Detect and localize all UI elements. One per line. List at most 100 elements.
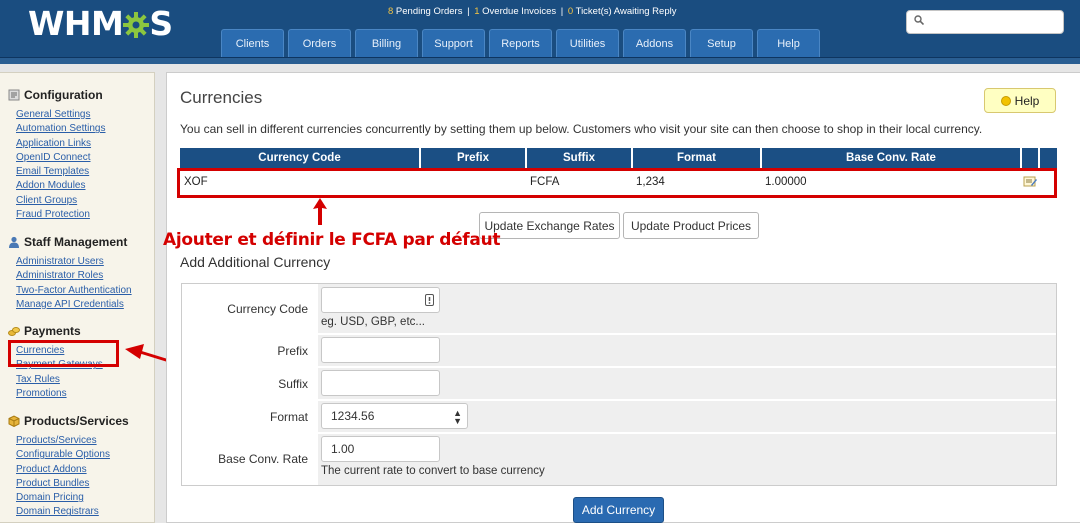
highlight-box-currencies: [8, 340, 119, 367]
nav-tab-support[interactable]: Support: [422, 29, 485, 57]
base-rate-field[interactable]: 1.00: [321, 436, 440, 462]
sidebar-item-product-bundles[interactable]: Product Bundles: [16, 477, 129, 491]
suffix-field[interactable]: [321, 370, 440, 396]
format-selected-value: 1234.56: [331, 409, 375, 423]
sidebar-heading-label: Staff Management: [24, 235, 128, 249]
whmcs-logo[interactable]: WHM S: [28, 4, 173, 43]
box-icon: [8, 415, 20, 428]
annotation-text: Ajouter et définir le FCFA par défaut: [163, 230, 501, 250]
top-header: WHM S 8 Pending Orders | 1 Overdue Invoi…: [0, 0, 1080, 58]
nav-tab-orders[interactable]: Orders: [288, 29, 351, 57]
logo-text-start: WHM: [28, 4, 124, 43]
sidebar-item-domain-pricing[interactable]: Domain Pricing: [16, 491, 129, 505]
nav-tab-addons[interactable]: Addons: [623, 29, 686, 57]
nav-tab-clients[interactable]: Clients: [221, 29, 284, 57]
col-header-format: Format: [633, 148, 762, 168]
sidebar-item-administrator-roles[interactable]: Administrator Roles: [16, 269, 132, 283]
user-icon: [8, 236, 20, 248]
currencies-table-header: Currency Code Prefix Suffix Format Base …: [180, 148, 1057, 168]
currency-code-field[interactable]: [321, 287, 440, 313]
pending-orders-label: Pending Orders: [393, 6, 463, 17]
help-button-label: Help: [1014, 93, 1040, 108]
prefix-field[interactable]: [321, 337, 440, 363]
autofill-icon: [425, 294, 434, 309]
form-row-format: Format 1234.56 ▲ ▼: [182, 401, 1056, 432]
sidebar-item-configurable-options[interactable]: Configurable Options: [16, 448, 129, 462]
nav-tab-setup[interactable]: Setup: [690, 29, 753, 57]
format-select[interactable]: 1234.56 ▲ ▼: [321, 403, 468, 429]
sidebar-heading-label: Payments: [24, 324, 81, 338]
lightbulb-icon: [1000, 95, 1011, 106]
header-divider: [0, 58, 1080, 64]
sidebar-item-application-links[interactable]: Application Links: [16, 137, 106, 151]
notification-bar: 8 Pending Orders | 1 Overdue Invoices | …: [388, 6, 677, 17]
add-currency-title: Add Additional Currency: [180, 254, 331, 270]
form-row-base-rate: Base Conv. Rate 1.00 The current rate to…: [182, 434, 1056, 485]
add-currency-button[interactable]: Add Currency: [573, 497, 664, 523]
sidebar-item-general-settings[interactable]: General Settings: [16, 108, 106, 122]
form-row-prefix: Prefix: [182, 335, 1056, 366]
col-header-currency-code: Currency Code: [180, 148, 421, 168]
sidebar-item-domain-registrars[interactable]: Domain Registrars: [16, 505, 129, 519]
sidebar-item-openid-connect[interactable]: OpenID Connect: [16, 151, 106, 165]
tickets-label: Ticket(s) Awaiting Reply: [573, 6, 677, 17]
overdue-label: Overdue Invoices: [479, 6, 557, 17]
sidebar-item-automation-settings[interactable]: Automation Settings: [16, 122, 106, 136]
sidebar-section-staff: Staff Management Administrator Users Adm…: [8, 235, 132, 312]
update-product-prices-button[interactable]: Update Product Prices: [623, 212, 759, 239]
sidebar-item-administrator-users[interactable]: Administrator Users: [16, 255, 132, 269]
nav-tab-reports[interactable]: Reports: [489, 29, 552, 57]
config-icon: [8, 89, 20, 101]
nav-tab-utilities[interactable]: Utilities: [556, 29, 619, 57]
form-row-suffix: Suffix: [182, 368, 1056, 399]
nav-tab-help[interactable]: Help: [757, 29, 820, 57]
form-row-currency-code: Currency Code eg. USD, GBP, etc...: [182, 284, 1056, 333]
col-header-suffix: Suffix: [527, 148, 633, 168]
select-arrows-icon: ▲ ▼: [453, 408, 462, 426]
format-label: Format: [269, 410, 308, 424]
sidebar-item-two-factor[interactable]: Two-Factor Authentication: [16, 284, 132, 298]
sidebar-item-fraud-protection[interactable]: Fraud Protection: [16, 208, 106, 222]
currency-code-hint: eg. USD, GBP, etc...: [321, 316, 425, 328]
base-rate-hint: The current rate to convert to base curr…: [321, 465, 545, 477]
highlight-box-currency-row: [177, 168, 1057, 198]
sidebar-heading-staff: Staff Management: [8, 235, 132, 249]
search-input[interactable]: [906, 10, 1064, 34]
suffix-label: Suffix: [278, 377, 308, 391]
sidebar-section-products: Products/Services Products/Services Conf…: [8, 414, 129, 520]
base-rate-label: Base Conv. Rate: [218, 452, 308, 466]
sidebar-item-api-credentials[interactable]: Manage API Credentials: [16, 298, 132, 312]
tickets-link[interactable]: 0 Ticket(s) Awaiting Reply: [568, 6, 677, 17]
page-title: Currencies: [180, 88, 263, 107]
col-header-edit: [1022, 148, 1040, 168]
prefix-label: Prefix: [277, 344, 308, 358]
search-icon: [914, 15, 925, 28]
pending-orders-link[interactable]: 8 Pending Orders: [388, 6, 462, 17]
overdue-invoices-link[interactable]: 1 Overdue Invoices: [474, 6, 556, 17]
nav-tab-billing[interactable]: Billing: [355, 29, 418, 57]
main-nav: Clients Orders Billing Support Reports U…: [221, 29, 820, 57]
sidebar-item-email-templates[interactable]: Email Templates: [16, 165, 106, 179]
sidebar-heading-label: Products/Services: [24, 414, 129, 428]
sidebar-heading-configuration: Configuration: [8, 88, 106, 102]
sidebar-item-addon-modules[interactable]: Addon Modules: [16, 179, 106, 193]
sidebar-item-tax-rules[interactable]: Tax Rules: [16, 373, 103, 387]
intro-text: You can sell in different currencies con…: [180, 122, 983, 136]
add-currency-form: Currency Code eg. USD, GBP, etc... Prefi…: [181, 283, 1057, 486]
logo-text-end: S: [149, 4, 173, 43]
col-header-delete: [1040, 148, 1057, 168]
help-button[interactable]: Help: [984, 88, 1056, 113]
currency-code-label: Currency Code: [227, 302, 308, 316]
annotation-arrow-up-icon: [313, 198, 327, 225]
sidebar-item-products-services[interactable]: Products/Services: [16, 434, 129, 448]
sidebar-item-product-addons[interactable]: Product Addons: [16, 463, 129, 477]
sidebar-item-client-groups[interactable]: Client Groups: [16, 194, 106, 208]
sidebar-heading-label: Configuration: [24, 88, 103, 102]
coins-icon: [8, 325, 20, 337]
cog-icon: [123, 4, 150, 43]
col-header-base-rate: Base Conv. Rate: [762, 148, 1022, 168]
sidebar-section-configuration: Configuration General Settings Automatio…: [8, 88, 106, 222]
sidebar-heading-products: Products/Services: [8, 414, 129, 428]
base-rate-value: 1.00: [331, 442, 355, 456]
sidebar-item-promotions[interactable]: Promotions: [16, 387, 103, 401]
